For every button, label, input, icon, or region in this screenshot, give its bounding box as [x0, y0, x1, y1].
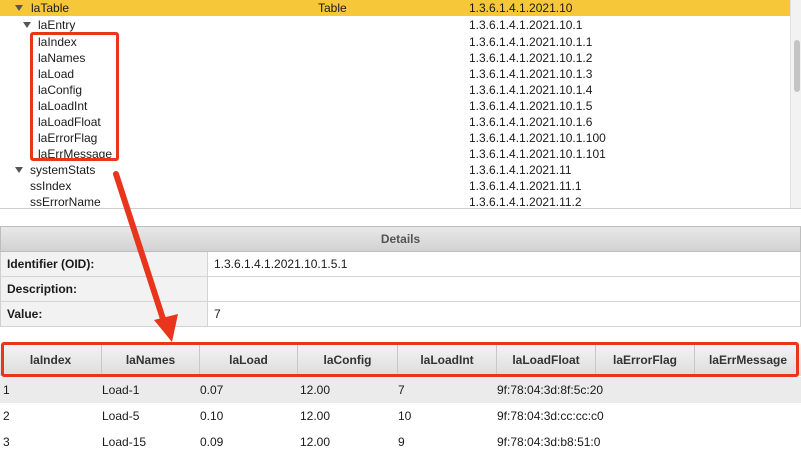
- details-row-value: Value: 7: [0, 302, 801, 327]
- disclosure-triangle-icon[interactable]: [23, 22, 31, 28]
- tree-node-oid: 1.3.6.1.4.1.2021.10.1.101: [469, 147, 606, 161]
- details-row-description: Description:: [0, 277, 801, 302]
- cell-laconfig: 12.00: [300, 383, 331, 397]
- table-row[interactable]: 2 Load-5 0.10 12.00 10 9f:78:04:3d:cc:cc…: [0, 403, 801, 429]
- tree-scrollbar[interactable]: [790, 0, 801, 208]
- cell-laindex: 1: [3, 383, 10, 397]
- table-row[interactable]: 1 Load-1 0.07 12.00 7 9f:78:04:3d:8f:5c:…: [0, 377, 801, 403]
- disclosure-triangle-icon[interactable]: [15, 5, 23, 11]
- cell-laconfig: 12.00: [300, 409, 331, 423]
- cell-laloadint: 7: [398, 383, 405, 397]
- tree-row-latable[interactable]: laTable Table 1.3.6.1.4.1.2021.10: [0, 0, 790, 16]
- details-label: Identifier (OID):: [1, 252, 208, 276]
- tree-node-name: laEntry: [38, 18, 76, 32]
- tree-node-oid: 1.3.6.1.4.1.2021.10.1.100: [469, 131, 606, 145]
- tree-node-name: systemStats: [30, 163, 96, 177]
- tree-node-type: Table: [318, 1, 347, 15]
- annotation-highlight-box: [1, 342, 799, 377]
- cell-laload: 0.07: [200, 383, 224, 397]
- cell-laindex: 2: [3, 409, 10, 423]
- annotation-highlight-box: [30, 32, 119, 161]
- mib-tree: laTable Table 1.3.6.1.4.1.2021.10 laEntr…: [0, 0, 801, 208]
- tree-node-oid: 1.3.6.1.4.1.2021.10: [469, 1, 573, 15]
- cell-laindex: 3: [3, 435, 10, 449]
- tree-node-name: ssIndex: [30, 179, 72, 193]
- cell-laloadfloat: 9f:78:04:3d:cc:cc:c0: [497, 409, 604, 423]
- details-label: Value:: [1, 302, 208, 326]
- tree-node-oid: 1.3.6.1.4.1.2021.11: [469, 163, 572, 177]
- tree-row-sserrorname[interactable]: ssErrorName 1.3.6.1.4.1.2021.11.2: [0, 194, 790, 208]
- tree-node-oid: 1.3.6.1.4.1.2021.10.1.5: [469, 99, 593, 113]
- details-label: Description:: [1, 277, 208, 301]
- cell-lanames: Load-5: [102, 409, 140, 423]
- tree-row-ssindex[interactable]: ssIndex 1.3.6.1.4.1.2021.11.1: [0, 178, 790, 194]
- tree-scroll-thumb[interactable]: [794, 40, 800, 92]
- tree-divider: [0, 208, 801, 209]
- details-panel: Details Identifier (OID): 1.3.6.1.4.1.20…: [0, 226, 801, 328]
- cell-lanames: Load-1: [102, 383, 140, 397]
- cell-laloadfloat: 9f:78:04:3d:8f:5c:20: [497, 383, 604, 397]
- tree-node-oid: 1.3.6.1.4.1.2021.10.1.1: [469, 35, 593, 49]
- table-row[interactable]: 3 Load-15 0.09 12.00 9 9f:78:04:3d:b8:51…: [0, 429, 801, 455]
- tree-node-oid: 1.3.6.1.4.1.2021.11.1: [469, 179, 582, 193]
- cell-laloadint: 9: [398, 435, 405, 449]
- cell-laloadfloat: 9f:78:04:3d:b8:51:0: [497, 435, 601, 449]
- details-value: 7: [214, 307, 221, 321]
- tree-node-name: laTable: [31, 1, 70, 15]
- tree-node-oid: 1.3.6.1.4.1.2021.10.1: [469, 18, 583, 32]
- tree-node-oid: 1.3.6.1.4.1.2021.10.1.6: [469, 115, 593, 129]
- tree-node-oid: 1.3.6.1.4.1.2021.10.1.2: [469, 51, 593, 65]
- disclosure-triangle-icon[interactable]: [15, 167, 23, 173]
- details-header: Details: [0, 226, 801, 252]
- cell-laconfig: 12.00: [300, 435, 331, 449]
- tree-node-oid: 1.3.6.1.4.1.2021.10.1.4: [469, 83, 593, 97]
- cell-laload: 0.09: [200, 435, 224, 449]
- tree-node-oid: 1.3.6.1.4.1.2021.10.1.3: [469, 67, 593, 81]
- details-value: 1.3.6.1.4.1.2021.10.1.5.1: [214, 257, 348, 271]
- tree-row-systemstats[interactable]: systemStats 1.3.6.1.4.1.2021.11: [0, 162, 790, 178]
- tree-node-name: ssErrorName: [30, 195, 101, 208]
- details-row-oid: Identifier (OID): 1.3.6.1.4.1.2021.10.1.…: [0, 252, 801, 277]
- tree-row-laentry[interactable]: laEntry 1.3.6.1.4.1.2021.10.1: [0, 17, 790, 33]
- tree-node-oid: 1.3.6.1.4.1.2021.11.2: [469, 195, 582, 208]
- cell-lanames: Load-15: [102, 435, 147, 449]
- cell-laload: 0.10: [200, 409, 224, 423]
- cell-laloadint: 10: [398, 409, 412, 423]
